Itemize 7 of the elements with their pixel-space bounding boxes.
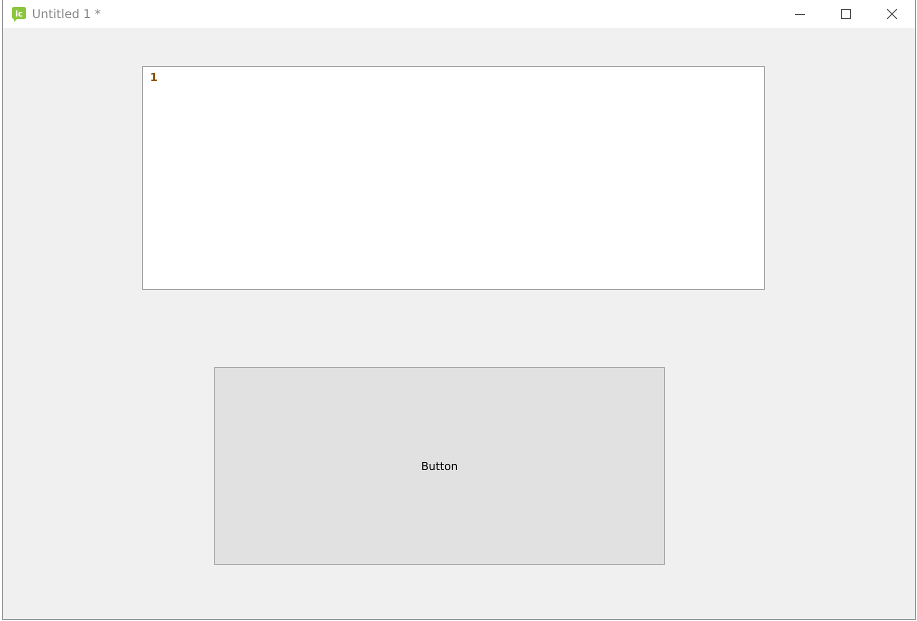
- close-icon: [887, 9, 897, 19]
- maximize-icon: [841, 9, 851, 19]
- button[interactable]: Button: [214, 367, 665, 565]
- window-title: Untitled 1 *: [32, 7, 101, 21]
- line-number: 1: [150, 71, 159, 84]
- app-logo-icon: lc: [11, 6, 27, 22]
- code-editor[interactable]: 1: [142, 66, 765, 290]
